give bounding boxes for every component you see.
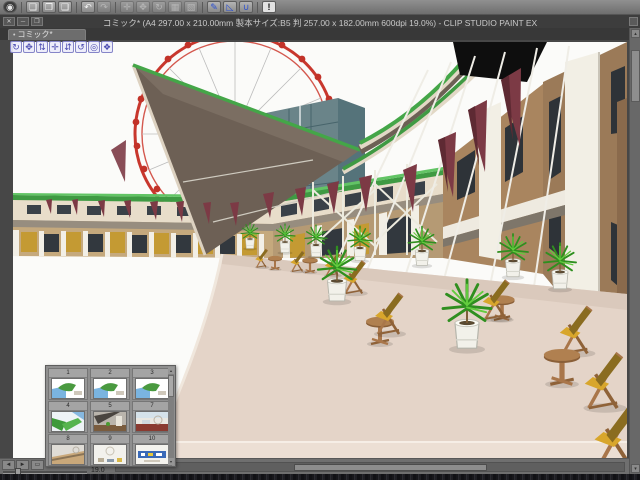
object-launcher: ↻ ✥ ⇅ ✛ ⇵ ↺ ◎ ❖ [10,41,114,53]
page-thumbnail[interactable] [51,411,85,432]
new-document-icon[interactable]: ❏ [26,1,40,13]
object-move-icon[interactable]: ✛ [49,41,61,53]
page-item[interactable]: 2 [90,368,130,400]
scroll-up-icon[interactable]: ▴ [631,29,640,38]
rotate-view-icon: ↻ [152,1,166,13]
command-bar: ◉ ❏ ❐ ❑ ↶ ↷ ✛ ✥ ↻ ▦ ▧ ✎ ◺ ∪ ! [0,0,640,15]
camera-translate-icon[interactable]: ✥ [23,41,35,53]
scroll-up-icon[interactable]: ▴ [168,367,174,374]
camera-dolly-icon[interactable]: ⇅ [36,41,48,53]
object-plane-rotate-icon[interactable]: ◎ [88,41,100,53]
horizontal-scroll-thumb[interactable] [294,464,487,471]
separator [115,1,116,13]
page-thumbnail[interactable] [93,411,127,432]
object-vertical-move-icon[interactable]: ⇵ [62,41,74,53]
page-item[interactable]: 1 [48,368,88,400]
snap-to-ruler-icon[interactable]: ✎ [207,1,221,13]
page-number: 7 [133,402,171,411]
object-snap-icon[interactable]: ❖ [101,41,113,53]
scroll-down-icon[interactable]: ▾ [168,458,174,465]
page-item[interactable]: 4 [48,401,88,433]
snap-to-grid-icon[interactable]: ∪ [239,1,253,13]
page-item[interactable]: 7 [132,401,172,433]
page-number: 8 [49,435,87,444]
page-thumbnail[interactable] [135,411,169,432]
page-thumbnail[interactable] [93,378,127,399]
page-number: 9 [91,435,129,444]
page-item[interactable]: 8 [48,434,88,466]
page-number: 5 [91,402,129,411]
separator [76,1,77,13]
save-file-icon[interactable]: ❑ [58,1,72,13]
tab-label: コミック* [17,30,53,39]
fit-to-screen-button[interactable]: ▭ [31,460,44,470]
snap-settings-icon: ✛ [120,1,134,13]
snap-to-special-ruler-icon[interactable]: ◺ [223,1,237,13]
scroll-down-icon[interactable]: ▾ [631,464,640,473]
redo-icon: ↷ [97,1,111,13]
page-item[interactable]: 5 [90,401,130,433]
page-number: 10 [133,435,171,444]
page-item[interactable]: 10 [132,434,172,466]
move-tool-icon: ✥ [136,1,150,13]
grid-icon: ▦ [168,1,182,13]
page-thumbnail[interactable] [51,378,85,399]
page-manager-scroll-thumb[interactable] [168,375,174,397]
page-thumbnail[interactable] [51,444,85,465]
page-number: 3 [133,369,171,378]
clip-studio-logo[interactable]: ◉ [3,1,17,13]
separator [21,1,22,13]
tab-comic-document[interactable]: • コミック* [8,29,86,40]
page-thumbnail[interactable] [135,378,169,399]
page-manager-panel: 1 2 3 4 5 7 8 9 10 ▴ ▾ [45,365,176,467]
open-file-icon[interactable]: ❐ [42,1,56,13]
information-icon[interactable]: ! [262,1,276,13]
page-item[interactable]: 9 [90,434,130,466]
desktop-edge-strip [0,474,640,480]
undo-icon[interactable]: ↶ [81,1,95,13]
horizontal-scrollbar[interactable] [115,462,625,472]
page-manager-scrollbar[interactable]: ▴ ▾ [168,367,174,465]
camera-rotate-icon[interactable]: ↻ [10,41,22,53]
separator [202,1,203,13]
clip-studio-window: ◉ ❏ ❐ ❑ ↶ ↷ ✛ ✥ ↻ ▦ ▧ ✎ ◺ ∪ ! ✕ ─ ❐ コミック… [0,0,640,480]
selection-launcher-icon: ▧ [184,1,198,13]
modified-indicator-icon: • [13,32,16,39]
page-item[interactable]: 3 [132,368,172,400]
zoom-percentage: 19.0 [91,467,105,474]
vertical-scroll-thumb[interactable] [631,50,640,102]
vertical-scrollbar[interactable]: ▴ ▾ [629,28,640,474]
page-number: 1 [49,369,87,378]
object-rotate-icon[interactable]: ↺ [75,41,87,53]
document-title-bar: ✕ ─ ❐ コミック* (A4 297.00 x 210.00mm 製本サイズ:… [0,15,640,29]
page-thumbnail[interactable] [93,444,127,465]
page-number: 4 [49,402,87,411]
page-number: 2 [91,369,129,378]
previous-page-button[interactable]: ◄ [2,460,15,470]
separator [257,1,258,13]
panel-corner-button[interactable] [629,17,638,26]
page-thumbnail[interactable] [135,444,169,465]
